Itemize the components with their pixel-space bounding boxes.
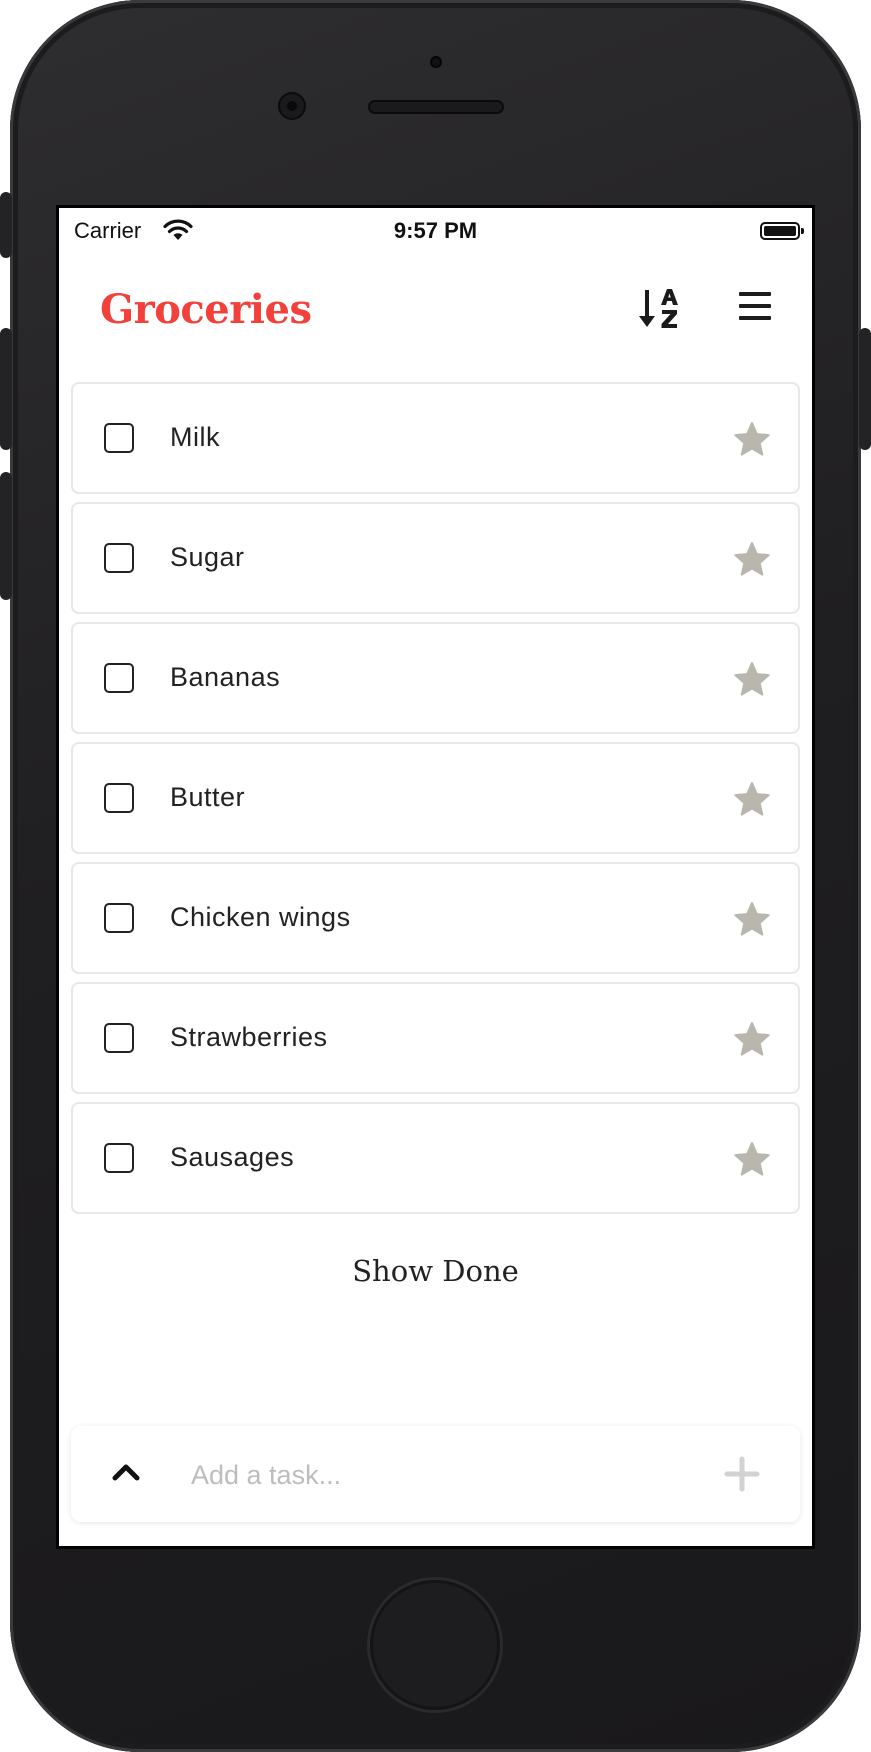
task-checkbox[interactable] (104, 423, 134, 453)
task-checkbox[interactable] (104, 1143, 134, 1173)
task-row[interactable]: Butter (71, 742, 800, 854)
earpiece-speaker (368, 100, 504, 114)
task-row[interactable]: Milk (71, 382, 800, 494)
star-icon[interactable] (732, 900, 772, 940)
status-bar: Carrier 9:57 PM (59, 208, 812, 254)
task-label: Bananas (170, 662, 281, 692)
task-label: Strawberries (170, 1022, 328, 1052)
star-icon[interactable] (732, 420, 772, 460)
add-task-plus-icon[interactable] (724, 1456, 760, 1492)
volume-down-button (0, 472, 12, 600)
star-icon[interactable] (732, 780, 772, 820)
task-checkbox[interactable] (104, 663, 134, 693)
star-icon[interactable] (732, 540, 772, 580)
task-label: Butter (170, 782, 246, 812)
volume-up-button (0, 328, 12, 450)
battery-icon (760, 222, 804, 240)
task-label: Milk (170, 422, 220, 452)
show-done-button[interactable]: Show Done (59, 1254, 812, 1288)
task-checkbox[interactable] (104, 783, 134, 813)
hamburger-menu-icon[interactable] (739, 292, 775, 328)
add-task-bar (71, 1426, 800, 1522)
power-button (859, 328, 871, 450)
star-icon[interactable] (732, 1140, 772, 1180)
task-row[interactable]: Chicken wings (71, 862, 800, 974)
task-row[interactable]: Sugar (71, 502, 800, 614)
task-row[interactable]: Bananas (71, 622, 800, 734)
list-title: Groceries (100, 286, 312, 333)
front-camera (278, 92, 306, 120)
app-screen: Carrier 9:57 PM Groceries Milk Sugar Banan… (59, 208, 812, 1546)
silent-switch (0, 192, 12, 258)
star-icon[interactable] (732, 660, 772, 700)
chevron-up-icon[interactable] (111, 1460, 141, 1484)
task-label: Sugar (170, 542, 245, 572)
star-icon[interactable] (732, 1020, 772, 1060)
task-list: Milk Sugar Bananas Butter Chicken wings Straw… (71, 382, 800, 1222)
add-task-input[interactable] (189, 1454, 673, 1496)
proximity-sensor (430, 56, 442, 68)
task-checkbox[interactable] (104, 1023, 134, 1053)
task-checkbox[interactable] (104, 543, 134, 573)
task-checkbox[interactable] (104, 903, 134, 933)
sort-alpha-down-icon[interactable] (637, 286, 687, 332)
task-row[interactable]: Sausages (71, 1102, 800, 1214)
home-button[interactable] (370, 1580, 500, 1710)
task-label: Sausages (170, 1142, 295, 1172)
task-label: Chicken wings (170, 902, 351, 932)
task-row[interactable]: Strawberries (71, 982, 800, 1094)
status-time: 9:57 PM (393, 218, 478, 243)
